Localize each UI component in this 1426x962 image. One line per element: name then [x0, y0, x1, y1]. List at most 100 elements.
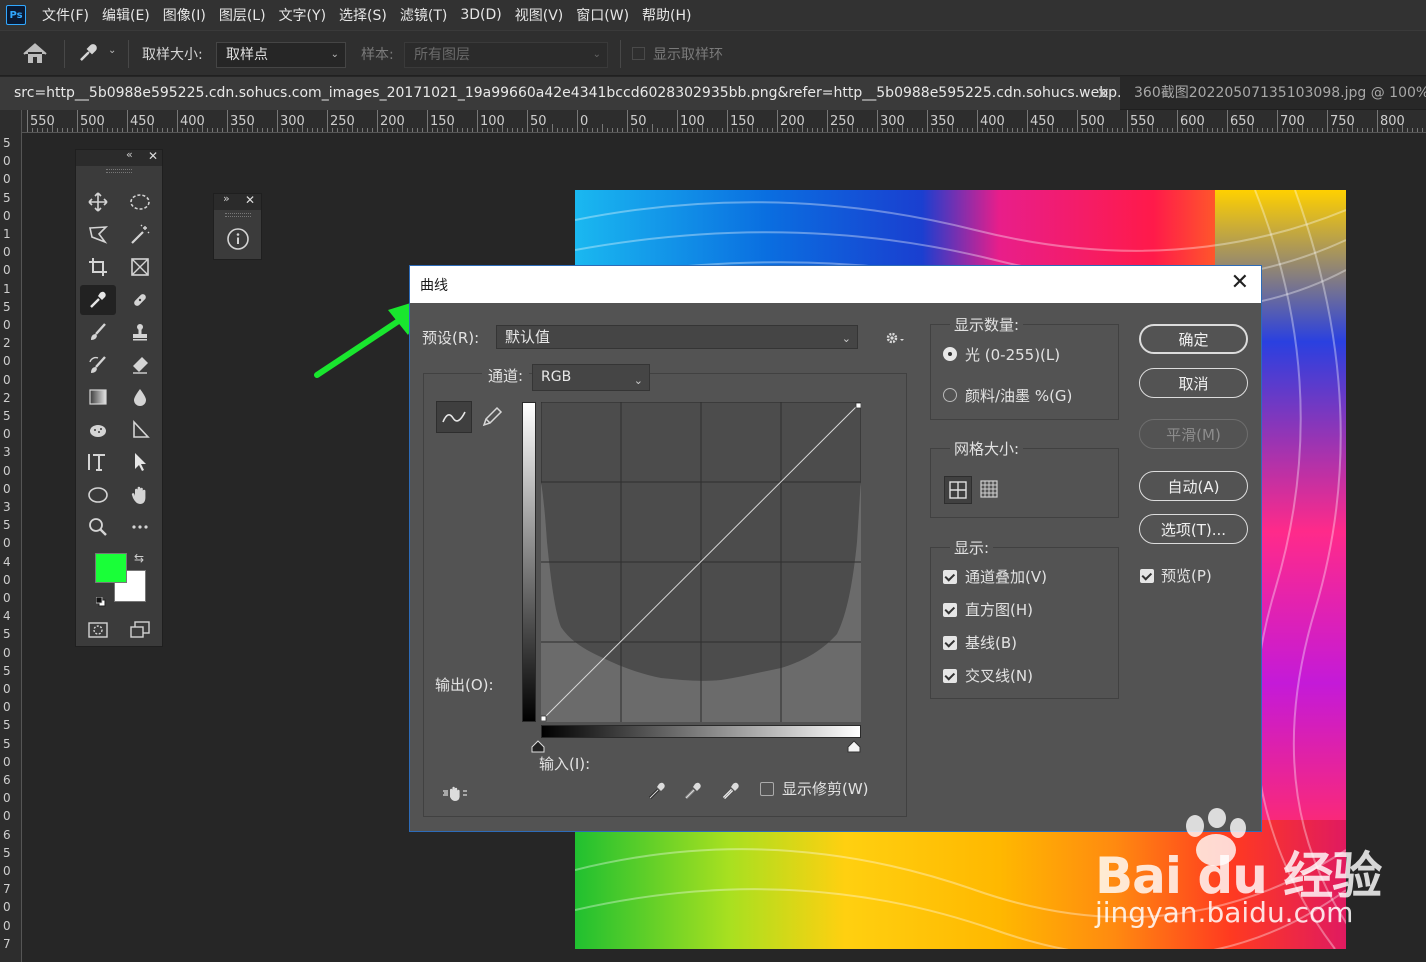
simple-grid-icon[interactable]: [944, 476, 972, 504]
menu-help[interactable]: 帮助(H): [642, 5, 691, 25]
frame-tool-icon[interactable]: [122, 252, 158, 282]
ok-button[interactable]: 确定: [1139, 324, 1248, 354]
ruler-minor-tick: [647, 128, 648, 132]
path-selection-tool-icon[interactable]: [122, 447, 158, 477]
gradient-tool-icon[interactable]: [80, 382, 116, 412]
collapse-icon[interactable]: «: [126, 148, 133, 161]
home-icon[interactable]: [22, 43, 48, 69]
foreground-color-swatch[interactable]: [95, 553, 127, 583]
expand-icon[interactable]: »: [223, 192, 230, 205]
ruler-minor-tick: [797, 128, 798, 132]
screen-mode-icon[interactable]: [122, 615, 158, 645]
preset-options-gear-icon[interactable]: [885, 330, 905, 350]
channel-overlays-checkbox[interactable]: [943, 570, 957, 584]
default-colors-icon[interactable]: [95, 595, 106, 607]
tool-preset-chevron-down-icon[interactable]: ⌄: [108, 45, 116, 56]
type-tool-icon[interactable]: [80, 447, 116, 477]
pigment-radio-button[interactable]: [943, 388, 957, 402]
auto-button[interactable]: 自动(A): [1139, 471, 1248, 501]
pen-path-tool-icon[interactable]: [122, 415, 158, 445]
black-point-eyedropper-icon[interactable]: [646, 780, 668, 806]
healing-brush-tool-icon[interactable]: [122, 285, 158, 315]
swap-colors-icon[interactable]: ⇆: [134, 551, 144, 565]
toolbox-header[interactable]: « ✕: [76, 148, 162, 166]
quick-mask-icon[interactable]: [80, 615, 116, 645]
pencil-draw-tool-icon[interactable]: [480, 405, 504, 433]
preset-select[interactable]: 默认值 ⌄: [496, 325, 858, 349]
gray-point-eyedropper-icon[interactable]: [682, 780, 704, 806]
clone-stamp-tool-icon[interactable]: [122, 317, 158, 347]
light-radio-button[interactable]: [943, 347, 957, 361]
histogram-checkbox[interactable]: [943, 603, 957, 617]
ellipse-tool-icon[interactable]: [80, 480, 116, 510]
eraser-tool-icon[interactable]: [122, 350, 158, 380]
menu-file[interactable]: 文件(F): [42, 5, 89, 25]
close-icon[interactable]: ✕: [148, 149, 158, 163]
history-brush-tool-icon[interactable]: [80, 350, 116, 380]
ruler-minor-tick: [1042, 128, 1043, 132]
crop-tool-icon[interactable]: [80, 252, 116, 282]
menu-filter[interactable]: 滤镜(T): [400, 5, 447, 25]
menu-layer[interactable]: 图层(L): [219, 5, 266, 25]
ruler-minor-tick: [1002, 124, 1003, 132]
drag-handle[interactable]: [225, 213, 251, 217]
close-tab-icon[interactable]: ✕: [1097, 77, 1110, 110]
ruler-minor-tick: [982, 128, 983, 132]
move-tool-icon[interactable]: [80, 187, 116, 217]
detailed-grid-icon[interactable]: [980, 480, 998, 502]
menu-image[interactable]: 图像(I): [163, 5, 206, 25]
ruler-minor-tick: [607, 128, 608, 132]
brush-tool-icon[interactable]: [80, 317, 116, 347]
ruler-minor-tick: [1197, 128, 1198, 132]
white-point-slider-handle[interactable]: [847, 740, 861, 758]
blur-tool-icon[interactable]: [122, 382, 158, 412]
info-icon[interactable]: [226, 227, 250, 255]
sample-select[interactable]: 所有图层 ⌄: [404, 42, 608, 68]
dialog-title-bar[interactable]: 曲线 ✕: [410, 266, 1261, 303]
sponge-tool-icon[interactable]: [80, 415, 116, 445]
menu-view[interactable]: 视图(V): [515, 5, 564, 25]
ruler-minor-tick: [232, 128, 233, 132]
curve-graph[interactable]: [540, 401, 862, 723]
ruler-tick: [27, 110, 28, 132]
info-panel-header[interactable]: » ✕: [214, 192, 261, 210]
options-separator: [128, 40, 129, 68]
drag-handle[interactable]: [106, 169, 132, 173]
dialog-close-icon[interactable]: ✕: [1231, 270, 1249, 295]
menu-window[interactable]: 窗口(W): [576, 5, 629, 25]
menu-select[interactable]: 选择(S): [339, 5, 387, 25]
targeted-adjustment-hand-icon[interactable]: [442, 783, 468, 807]
baseline-checkbox[interactable]: [943, 636, 957, 650]
close-icon[interactable]: ✕: [245, 193, 255, 207]
menu-edit[interactable]: 编辑(E): [102, 5, 150, 25]
eyedropper-tool-preset-icon[interactable]: [77, 42, 99, 68]
show-sampling-ring-checkbox[interactable]: [632, 47, 645, 60]
polygonal-lasso-tool-icon[interactable]: [80, 220, 116, 250]
cancel-button[interactable]: 取消: [1139, 368, 1248, 398]
white-point-eyedropper-icon[interactable]: [720, 780, 742, 806]
ruler-tick: [577, 110, 578, 132]
curve-point-tool-icon[interactable]: [436, 401, 472, 433]
document-tab-active[interactable]: src=http__5b0988e595225.cdn.sohucs.com_i…: [0, 77, 1120, 110]
menu-3d[interactable]: 3D(D): [460, 7, 501, 23]
more-tools-icon[interactable]: [122, 512, 158, 542]
channel-select[interactable]: RGB ⌄: [532, 364, 650, 391]
options-separator: [620, 40, 621, 68]
magic-wand-tool-icon[interactable]: [122, 220, 158, 250]
sample-size-select[interactable]: 取样点 ⌄: [216, 42, 346, 68]
ruler-minor-tick: [937, 128, 938, 132]
show-clipping-checkbox[interactable]: [760, 782, 774, 796]
hand-tool-icon[interactable]: [122, 480, 158, 510]
zoom-tool-icon[interactable]: [80, 512, 116, 542]
document-tab[interactable]: 360截图20220507135103098.jpg @ 100%(R: [1122, 77, 1426, 110]
smooth-button[interactable]: 平滑(M): [1139, 419, 1248, 449]
ruler-minor-tick: [1172, 128, 1173, 132]
menu-type[interactable]: 文字(Y): [279, 5, 326, 25]
ruler-minor-tick: [957, 128, 958, 132]
intersection-line-checkbox[interactable]: [943, 669, 957, 683]
elliptical-marquee-tool-icon[interactable]: [122, 187, 158, 217]
eyedropper-tool-icon[interactable]: [80, 285, 116, 315]
preview-checkbox[interactable]: [1140, 569, 1154, 583]
options-button[interactable]: 选项(T)...: [1139, 514, 1248, 544]
ruler-minor-tick: [1187, 128, 1188, 132]
